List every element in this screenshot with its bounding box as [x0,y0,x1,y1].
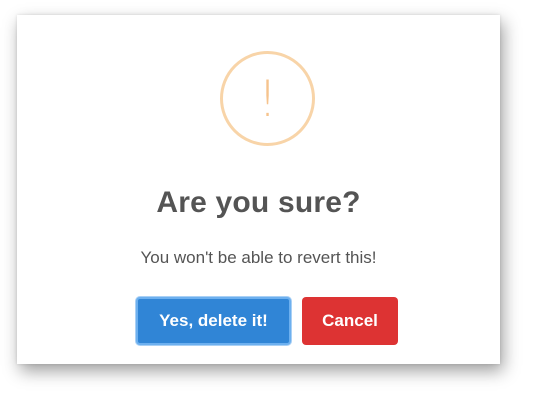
dialog-actions: Yes, delete it! Cancel [17,295,500,347]
dialog-title: Are you sure? [156,186,361,219]
cancel-button[interactable]: Cancel [302,297,398,345]
exclamation-mark: ! [257,69,278,128]
dialog-message: You won't be able to revert this! [140,248,377,267]
warning-icon: ! [220,51,315,146]
confirm-dialog: ! Are you sure? You won't be able to rev… [17,15,500,364]
confirm-delete-button[interactable]: Yes, delete it! [136,297,291,345]
